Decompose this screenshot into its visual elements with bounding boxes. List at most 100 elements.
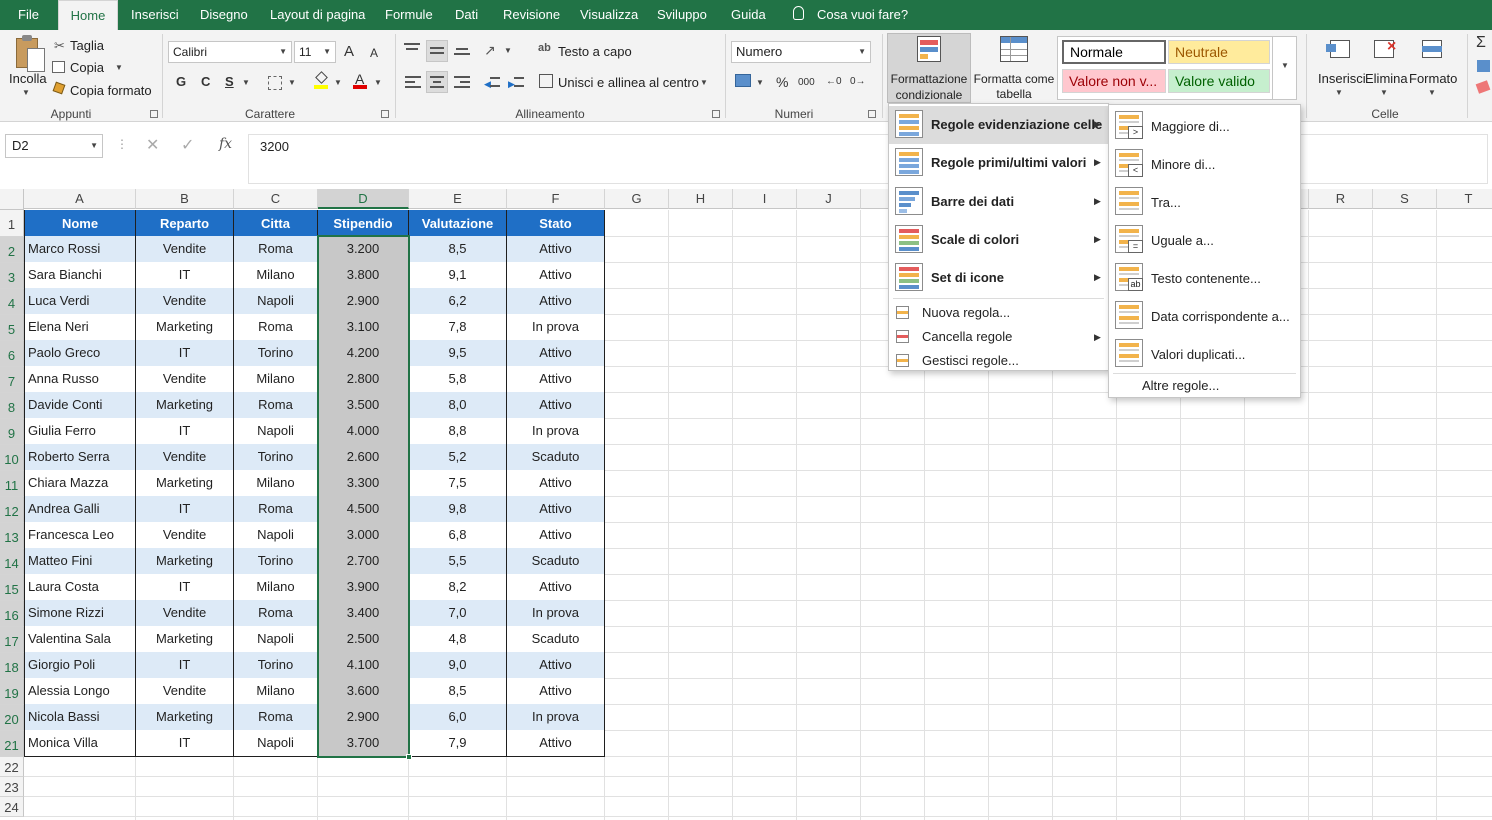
header-cell-valutazione[interactable]: Valutazione	[409, 210, 507, 238]
cell-e3[interactable]: 9,1	[409, 262, 507, 289]
submenu-item-6[interactable]: Valori duplicati...	[1109, 335, 1300, 373]
cell-a17[interactable]: Valentina Sala	[24, 626, 136, 653]
format-painter-button[interactable]: Copia formato	[70, 83, 152, 98]
cf-menu-item-top-bottom[interactable]: Regole primi/ultimi valori ▶	[889, 144, 1108, 182]
cell-d8[interactable]: 3.500	[318, 392, 409, 419]
row-header-21[interactable]: 21	[0, 731, 24, 757]
row-header-5[interactable]: 5	[0, 315, 24, 341]
column-header-j[interactable]: J	[797, 189, 861, 209]
cell-b17[interactable]: Marketing	[136, 626, 234, 653]
cell-e15[interactable]: 8,2	[409, 574, 507, 601]
submenu-item-1[interactable]: < Minore di...	[1109, 145, 1300, 183]
cf-menu-item-data-bars[interactable]: Barre dei dati ▶	[889, 183, 1108, 221]
row-header-10[interactable]: 10	[0, 445, 24, 471]
cell-e11[interactable]: 7,5	[409, 470, 507, 497]
format-as-table-label-2[interactable]: tabella	[972, 87, 1056, 101]
chevron-down-icon[interactable]: ▼	[288, 78, 296, 87]
cell-c16[interactable]: Roma	[234, 600, 318, 627]
fill-icon[interactable]	[1477, 60, 1490, 72]
cell-e17[interactable]: 4,8	[409, 626, 507, 653]
cf-menu-item-color-scales[interactable]: Scale di colori ▶	[889, 221, 1108, 259]
cell-f12[interactable]: Attivo	[507, 496, 605, 523]
cell-e2[interactable]: 8,5	[409, 236, 507, 263]
cell-f2[interactable]: Attivo	[507, 236, 605, 263]
style-valore-valido[interactable]: Valore valido	[1168, 69, 1270, 93]
font-color-icon[interactable]: A	[353, 71, 367, 89]
cell-b9[interactable]: IT	[136, 418, 234, 445]
cell-d5[interactable]: 3.100	[318, 314, 409, 341]
format-as-table-icon[interactable]	[1000, 36, 1028, 62]
cell-a2[interactable]: Marco Rossi	[24, 236, 136, 263]
column-header-a[interactable]: A	[24, 189, 136, 209]
cell-a10[interactable]: Roberto Serra	[24, 444, 136, 471]
name-box[interactable]: D2 ▼	[5, 134, 103, 158]
cell-c4[interactable]: Napoli	[234, 288, 318, 315]
cell-a19[interactable]: Alessia Longo	[24, 678, 136, 705]
cell-c12[interactable]: Roma	[234, 496, 318, 523]
submenu-item-3[interactable]: = Uguale a...	[1109, 221, 1300, 259]
cell-d17[interactable]: 2.500	[318, 626, 409, 653]
submenu-item-5[interactable]: Data corrispondente a...	[1109, 297, 1300, 335]
column-header-e[interactable]: E	[409, 189, 507, 209]
cf-menu-small-item-0[interactable]: Nuova regola...	[889, 301, 1108, 325]
cell-b6[interactable]: IT	[136, 340, 234, 367]
tab-disegno[interactable]: Disegno	[196, 0, 252, 30]
paste-button[interactable]: Incolla	[9, 71, 47, 86]
cell-c17[interactable]: Napoli	[234, 626, 318, 653]
chevron-down-icon[interactable]: ▼	[334, 78, 342, 87]
cell-b10[interactable]: Vendite	[136, 444, 234, 471]
insert-cells-button[interactable]: Inserisci	[1318, 71, 1366, 86]
row-header-6[interactable]: 6	[0, 341, 24, 367]
tell-me-input[interactable]: Cosa vuoi fare?	[817, 7, 908, 22]
cell-a13[interactable]: Francesca Leo	[24, 522, 136, 549]
cell-f14[interactable]: Scaduto	[507, 548, 605, 575]
cell-a6[interactable]: Paolo Greco	[24, 340, 136, 367]
cell-d7[interactable]: 2.800	[318, 366, 409, 393]
cell-b16[interactable]: Vendite	[136, 600, 234, 627]
cell-a7[interactable]: Anna Russo	[24, 366, 136, 393]
cell-a9[interactable]: Giulia Ferro	[24, 418, 136, 445]
cell-a5[interactable]: Elena Neri	[24, 314, 136, 341]
cell-e9[interactable]: 8,8	[409, 418, 507, 445]
cell-f3[interactable]: Attivo	[507, 262, 605, 289]
column-header-h[interactable]: H	[669, 189, 733, 209]
cell-d6[interactable]: 4.200	[318, 340, 409, 367]
tab-sviluppo[interactable]: Sviluppo	[653, 0, 711, 30]
tab-formule[interactable]: Formule	[381, 0, 437, 30]
style-normale[interactable]: Normale	[1062, 40, 1166, 64]
copy-button[interactable]: Copia	[70, 60, 104, 75]
row-header-1[interactable]: 1	[0, 210, 24, 237]
cell-c3[interactable]: Milano	[234, 262, 318, 289]
cell-c15[interactable]: Milano	[234, 574, 318, 601]
cell-e13[interactable]: 6,8	[409, 522, 507, 549]
cell-b8[interactable]: Marketing	[136, 392, 234, 419]
cell-e18[interactable]: 9,0	[409, 652, 507, 679]
borders-icon[interactable]	[268, 76, 282, 90]
row-header-3[interactable]: 3	[0, 263, 24, 289]
row-header-8[interactable]: 8	[0, 393, 24, 419]
row-header-9[interactable]: 9	[0, 419, 24, 445]
row-header-17[interactable]: 17	[0, 627, 24, 653]
row-header-18[interactable]: 18	[0, 653, 24, 679]
cell-a16[interactable]: Simone Rizzi	[24, 600, 136, 627]
header-cell-stipendio[interactable]: Stipendio	[318, 210, 409, 238]
percent-button[interactable]: %	[776, 74, 788, 90]
font-size-dropdown[interactable]: 11 ▼	[294, 41, 336, 63]
header-cell-citta[interactable]: Citta	[234, 210, 318, 238]
cell-a3[interactable]: Sara Bianchi	[24, 262, 136, 289]
cell-b19[interactable]: Vendite	[136, 678, 234, 705]
cell-b20[interactable]: Marketing	[136, 704, 234, 731]
cell-b15[interactable]: IT	[136, 574, 234, 601]
cell-d10[interactable]: 2.600	[318, 444, 409, 471]
header-cell-nome[interactable]: Nome	[24, 210, 136, 238]
row-header-2[interactable]: 2	[0, 237, 24, 263]
cell-e10[interactable]: 5,2	[409, 444, 507, 471]
cell-c7[interactable]: Milano	[234, 366, 318, 393]
cell-c20[interactable]: Roma	[234, 704, 318, 731]
cell-c13[interactable]: Napoli	[234, 522, 318, 549]
cell-e14[interactable]: 5,5	[409, 548, 507, 575]
column-header-s[interactable]: S	[1373, 189, 1437, 209]
column-header-f[interactable]: F	[507, 189, 605, 209]
paste-chevron-icon[interactable]: ▼	[22, 88, 30, 97]
tab-visualizza[interactable]: Visualizza	[576, 0, 642, 30]
